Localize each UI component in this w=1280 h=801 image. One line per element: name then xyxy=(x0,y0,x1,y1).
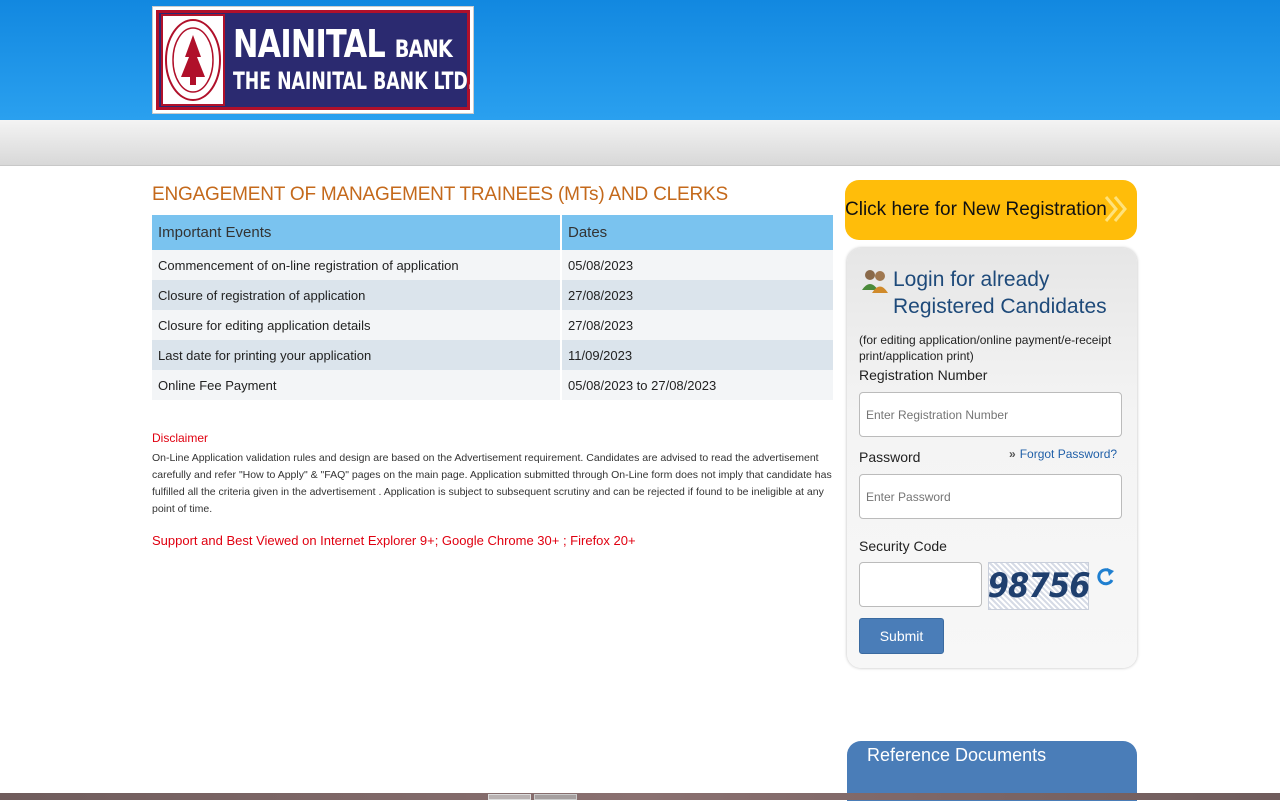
forgot-password-label: Forgot Password? xyxy=(1019,447,1118,461)
users-icon xyxy=(862,270,888,293)
table-row: Closure for editing application details … xyxy=(152,310,835,340)
logo-line1-small: BANK xyxy=(394,35,453,64)
logo-text: NAINITAL BANK THE NAINITAL BANK LTD. xyxy=(233,22,568,96)
page-title: ENGAGEMENT OF MANAGEMENT TRAINEES (MTs) … xyxy=(152,184,728,205)
event-cell: Closure of registration of application xyxy=(152,280,562,310)
table-header-row: Important Events Dates xyxy=(152,215,835,250)
login-title-line1: Login for already xyxy=(893,268,1050,291)
forgot-password-link[interactable]: » Forgot Password? xyxy=(1009,447,1117,461)
event-cell: Last date for printing your application xyxy=(152,340,562,370)
important-events-table: Important Events Dates Commencement of o… xyxy=(152,215,835,400)
double-chevron-right-icon xyxy=(1104,196,1127,222)
new-registration-button[interactable]: Click here for New Registration xyxy=(845,180,1137,240)
table-row: Commencement of on-line registration of … xyxy=(152,250,835,280)
disclaimer-text: On-Line Application validation rules and… xyxy=(152,452,832,515)
new-registration-label: Click here for New Registration xyxy=(845,199,1107,220)
captcha-text: 98756 xyxy=(987,566,1091,606)
event-cell: Commencement of on-line registration of … xyxy=(152,250,562,280)
table-row: Closure of registration of application 2… xyxy=(152,280,835,310)
taskbar-tab[interactable] xyxy=(534,794,577,800)
bank-logo[interactable]: NAINITAL BANK THE NAINITAL BANK LTD. xyxy=(152,6,474,114)
bottom-taskbar xyxy=(0,793,1280,800)
event-cell: Online Fee Payment xyxy=(152,370,562,400)
refresh-icon[interactable] xyxy=(1095,566,1115,588)
nav-bar xyxy=(0,120,1280,166)
double-chevron-right-icon: » xyxy=(1009,447,1016,461)
security-code-input[interactable] xyxy=(859,562,982,607)
registration-number-input[interactable] xyxy=(859,392,1122,437)
login-title-line2: Registered Candidates xyxy=(893,295,1107,318)
date-cell: 05/08/2023 to 27/08/2023 xyxy=(561,370,835,400)
login-panel: Login for already Registered Candidates … xyxy=(847,248,1137,668)
disclaimer-title: Disclaimer xyxy=(152,431,209,445)
submit-button[interactable]: Submit xyxy=(859,618,944,654)
date-cell: 11/09/2023 xyxy=(561,340,835,370)
bank-seal-icon xyxy=(161,14,225,106)
header: NAINITAL BANK THE NAINITAL BANK LTD. xyxy=(0,0,1280,120)
registration-number-label: Registration Number xyxy=(859,367,988,383)
login-title: Login for already Registered Candidates xyxy=(893,266,1107,320)
table-row: Online Fee Payment 05/08/2023 to 27/08/2… xyxy=(152,370,835,400)
reference-documents-title: Reference Documents xyxy=(867,745,1047,765)
date-cell: 05/08/2023 xyxy=(561,250,835,280)
browser-support-note: Support and Best Viewed on Internet Expl… xyxy=(152,533,636,548)
event-cell: Closure for editing application details xyxy=(152,310,562,340)
password-input[interactable] xyxy=(859,474,1122,519)
password-label: Password xyxy=(859,449,921,465)
logo-frame: NAINITAL BANK THE NAINITAL BANK LTD. xyxy=(156,10,474,110)
date-cell: 27/08/2023 xyxy=(561,310,835,340)
date-cell: 27/08/2023 xyxy=(561,280,835,310)
login-note: (for editing application/online payment/… xyxy=(859,333,1112,363)
captcha-image: 98756 xyxy=(987,562,1091,610)
reference-documents-panel: Reference Documents xyxy=(847,741,1137,801)
taskbar-tab[interactable] xyxy=(488,794,531,800)
logo-line2: THE NAINITAL BANK LTD. xyxy=(233,67,475,96)
column-header-dates: Dates xyxy=(561,215,835,250)
logo-line1: NAINITAL xyxy=(233,22,386,67)
table-row: Last date for printing your application … xyxy=(152,340,835,370)
column-header-events: Important Events xyxy=(152,215,562,250)
security-code-label: Security Code xyxy=(859,538,947,554)
